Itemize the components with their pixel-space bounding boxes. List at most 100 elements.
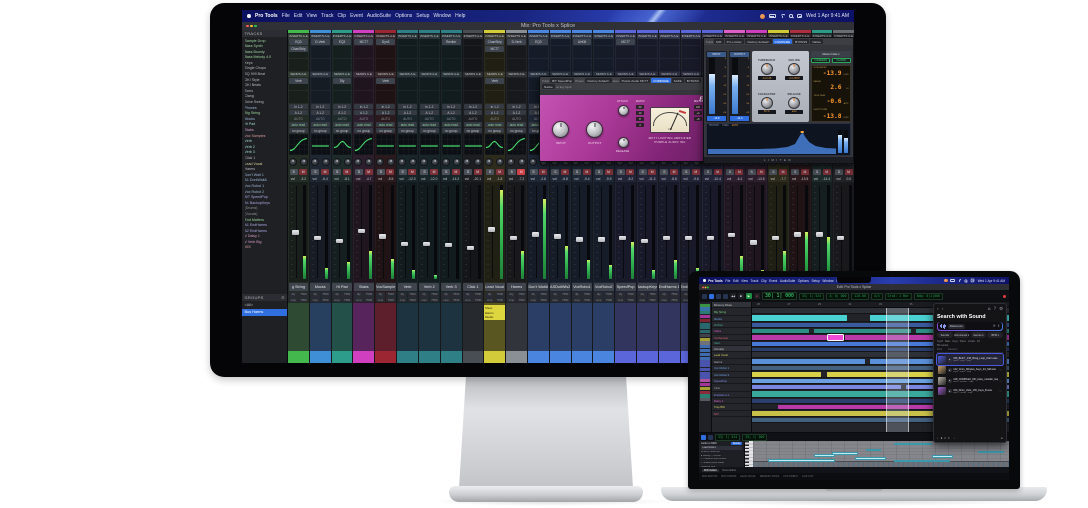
fader-cap[interactable]: [575, 237, 583, 242]
mini-track-item[interactable]: [700, 367, 710, 372]
track-header[interactable]: Vox Robot 1: [712, 365, 751, 372]
fader-section[interactable]: [310, 182, 331, 283]
solo-button[interactable]: S: [311, 169, 320, 176]
io-input[interactable]: In 1-2: [419, 103, 439, 110]
input-knob[interactable]: [552, 121, 569, 138]
midi-note[interactable]: [855, 457, 887, 460]
release-knob[interactable]: [618, 137, 629, 148]
fader-cap[interactable]: [662, 235, 670, 241]
fader-cap[interactable]: [597, 237, 605, 242]
mini-track-item[interactable]: [700, 364, 710, 368]
result-row[interactable]: ▸ 156_BmF7_136_Bmaj_Loop_Clarn.wav synth ·…: [936, 353, 1004, 366]
search-icon[interactable]: [789, 14, 793, 18]
midi-note[interactable]: [865, 448, 881, 452]
send-slot[interactable]: Dly: [332, 77, 352, 84]
menu-edit[interactable]: Edit: [733, 279, 739, 283]
insert-slot[interactable]: [419, 39, 439, 46]
send-slot[interactable]: [507, 84, 526, 91]
track-header[interactable]: Big String: [712, 308, 751, 316]
pan-knob[interactable]: [496, 158, 505, 167]
solo-button[interactable]: S: [289, 169, 298, 176]
mini-track-item[interactable]: [700, 394, 710, 398]
track-header[interactable]: Click: [712, 384, 751, 392]
menu-edit[interactable]: Edit: [294, 13, 303, 19]
insert-slot[interactable]: [310, 52, 330, 59]
insert-slot[interactable]: [419, 52, 439, 59]
insert-slot[interactable]: [289, 65, 308, 72]
audio-clip[interactable]: [752, 314, 848, 321]
play-button[interactable]: ▶: [746, 293, 752, 299]
insert-slot[interactable]: [310, 58, 330, 65]
fader-cap[interactable]: [619, 235, 627, 241]
pan-knob[interactable]: [419, 158, 428, 167]
insert-slot[interactable]: [441, 58, 461, 65]
mute-button[interactable]: M: [626, 169, 635, 176]
insert-slot[interactable]: [638, 58, 657, 65]
track-name[interactable]: g String: [288, 283, 309, 292]
send-slot[interactable]: [398, 90, 417, 97]
mini-track-item[interactable]: [700, 375, 710, 379]
fader-section[interactable]: [702, 182, 723, 283]
insert-slot[interactable]: [485, 58, 505, 65]
group-item[interactable]: Bus Harms: [242, 308, 287, 316]
send-slot[interactable]: [507, 90, 526, 97]
fader-cap[interactable]: [750, 240, 758, 245]
solo-button[interactable]: S: [594, 169, 603, 176]
io-output[interactable]: A 1-2: [310, 109, 330, 116]
prev-page-icon[interactable]: ‹: [937, 436, 938, 440]
zoom-icon[interactable]: [707, 286, 709, 288]
mute-button[interactable]: M: [430, 169, 439, 176]
midi-pane-tab[interactable]: MIDI Editor: [702, 468, 719, 472]
solo-button[interactable]: S: [464, 169, 473, 176]
mute-button[interactable]: M: [691, 169, 700, 176]
play-icon[interactable]: ▸: [947, 357, 952, 362]
fader-section[interactable]: [528, 182, 549, 283]
record-button[interactable]: ●: [754, 293, 760, 299]
group-assign[interactable]: no group: [289, 127, 308, 134]
mute-button[interactable]: M: [822, 169, 831, 176]
mini-track-item[interactable]: [700, 352, 710, 356]
solo-button[interactable]: S: [660, 169, 669, 176]
mini-track-item[interactable]: [700, 371, 710, 375]
insert-slot[interactable]: [550, 58, 570, 65]
knob[interactable]: [760, 63, 773, 76]
mixer-strip[interactable]: INSERTS A-E Dyn3 SENDS A-E Verb In 1-2 A 1-2 A…: [375, 30, 397, 363]
mute-button[interactable]: M: [735, 169, 744, 176]
mc77-plugin-window[interactable]: Track B/T SpeedPop Preset <factory default>…: [539, 76, 711, 162]
tag-chip[interactable]: Vocals: [968, 340, 975, 343]
limiter-preset-menu[interactable]: Master Fade ▾: [811, 51, 851, 57]
upload-icon[interactable]: ↥: [997, 324, 1000, 328]
stop-button[interactable]: ■: [738, 293, 744, 299]
forward-icon[interactable]: ›: [942, 307, 944, 312]
pan-knob[interactable]: [408, 158, 417, 167]
apple-menu-icon[interactable]: [703, 279, 706, 282]
insert-slot[interactable]: [419, 58, 439, 65]
insert-slot[interactable]: [398, 65, 417, 72]
mini-track-item[interactable]: [700, 398, 710, 402]
send-slot[interactable]: [419, 90, 439, 97]
mini-track-item[interactable]: [700, 311, 710, 315]
insert-slot[interactable]: [354, 65, 374, 72]
audio-clip[interactable]: [752, 384, 902, 389]
back-icon[interactable]: ‹: [937, 307, 939, 312]
pan-knob[interactable]: [354, 158, 363, 167]
insert-slot[interactable]: [659, 52, 679, 59]
fader-section[interactable]: [833, 182, 854, 283]
insert-slot[interactable]: [310, 45, 330, 52]
pan-knob[interactable]: [441, 158, 450, 167]
fader-cap[interactable]: [728, 232, 736, 238]
mute-button[interactable]: M: [670, 169, 679, 176]
play-icon[interactable]: ▸: [947, 389, 952, 393]
mixer-strip[interactable]: INSERTS A-E D-Verb SENDS A-E In 1-2 A 1-2 AUT…: [506, 30, 527, 363]
solo-button[interactable]: S: [813, 169, 822, 176]
fader-cap[interactable]: [837, 235, 845, 241]
insert-slot[interactable]: [638, 45, 657, 52]
midi-note[interactable]: [978, 450, 1004, 454]
fader-section[interactable]: [681, 182, 701, 283]
solo-button[interactable]: S: [638, 169, 647, 176]
group-assign[interactable]: no group: [310, 127, 330, 134]
insert-slot[interactable]: [398, 39, 417, 46]
send-slot[interactable]: [463, 77, 483, 84]
menu-setup[interactable]: Setup: [416, 13, 429, 19]
pan-knob[interactable]: [387, 158, 396, 167]
